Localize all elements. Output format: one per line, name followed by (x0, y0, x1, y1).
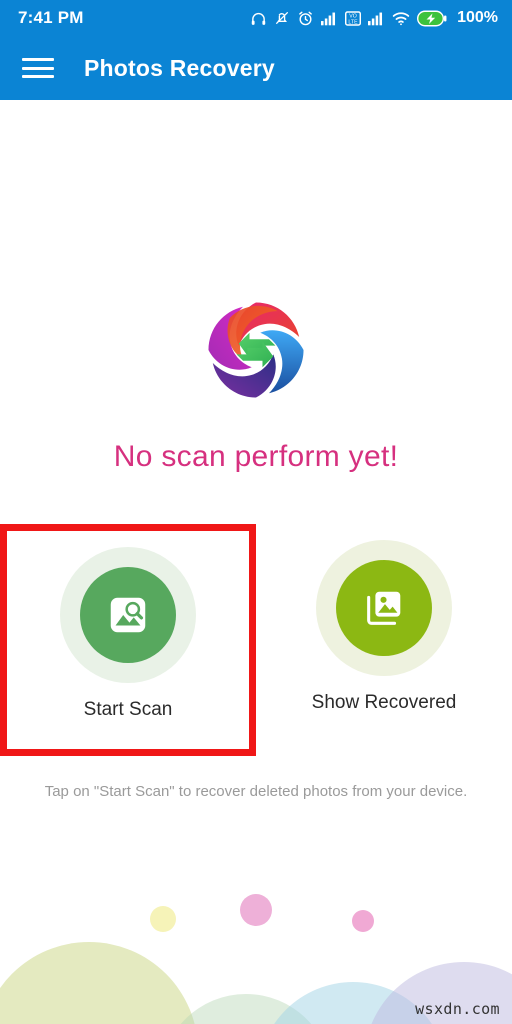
recovery-swirl-logo (208, 302, 304, 398)
app-bar: Photos Recovery (0, 36, 512, 100)
status-bar-time: 7:41 PM (18, 8, 84, 27)
action-row: Start Scan Show Recovered (0, 524, 512, 756)
show-recovered-circle (336, 560, 432, 656)
photo-search-icon (110, 597, 146, 633)
app-screen: 7:41 PM VO LTE 100% Photos Recovery No s… (0, 0, 512, 1024)
start-scan-label: Start Scan (83, 699, 173, 720)
battery-charging-icon (417, 10, 447, 27)
battery-percent-label: 100% (457, 9, 498, 26)
show-recovered-halo (316, 540, 452, 676)
signal-bars-icon (321, 11, 338, 26)
hamburger-menu-icon[interactable] (22, 56, 54, 80)
logo-container (0, 296, 512, 404)
wifi-icon (392, 11, 410, 26)
svg-text:LTE: LTE (349, 19, 359, 25)
start-scan-halo (60, 547, 196, 683)
decorative-dot (240, 894, 272, 926)
alarm-clock-icon (297, 10, 314, 27)
hint-text: Tap on "Start Scan" to recover deleted p… (44, 783, 468, 800)
decorative-dot (352, 910, 374, 932)
decorative-blob (0, 942, 198, 1024)
page-title: No scan perform yet! (113, 440, 399, 473)
signal-bars-2-icon (368, 11, 385, 26)
decorative-blob (160, 994, 332, 1024)
headphones-icon (250, 10, 267, 27)
app-title: Photos Recovery (84, 54, 275, 81)
show-recovered-button[interactable]: Show Recovered (256, 524, 512, 756)
photo-stack-icon (367, 591, 401, 625)
watermark: wsxdn.com (415, 1000, 500, 1018)
bell-muted-icon (274, 10, 290, 26)
decorative-dot (150, 906, 176, 932)
volte-icon: VO LTE (345, 10, 362, 26)
start-scan-circle (80, 567, 176, 663)
start-scan-button[interactable]: Start Scan (0, 524, 256, 756)
status-bar: 7:41 PM VO LTE 100% (0, 0, 512, 36)
show-recovered-label: Show Recovered (311, 692, 457, 713)
status-bar-icons: VO LTE 100% (250, 9, 498, 27)
